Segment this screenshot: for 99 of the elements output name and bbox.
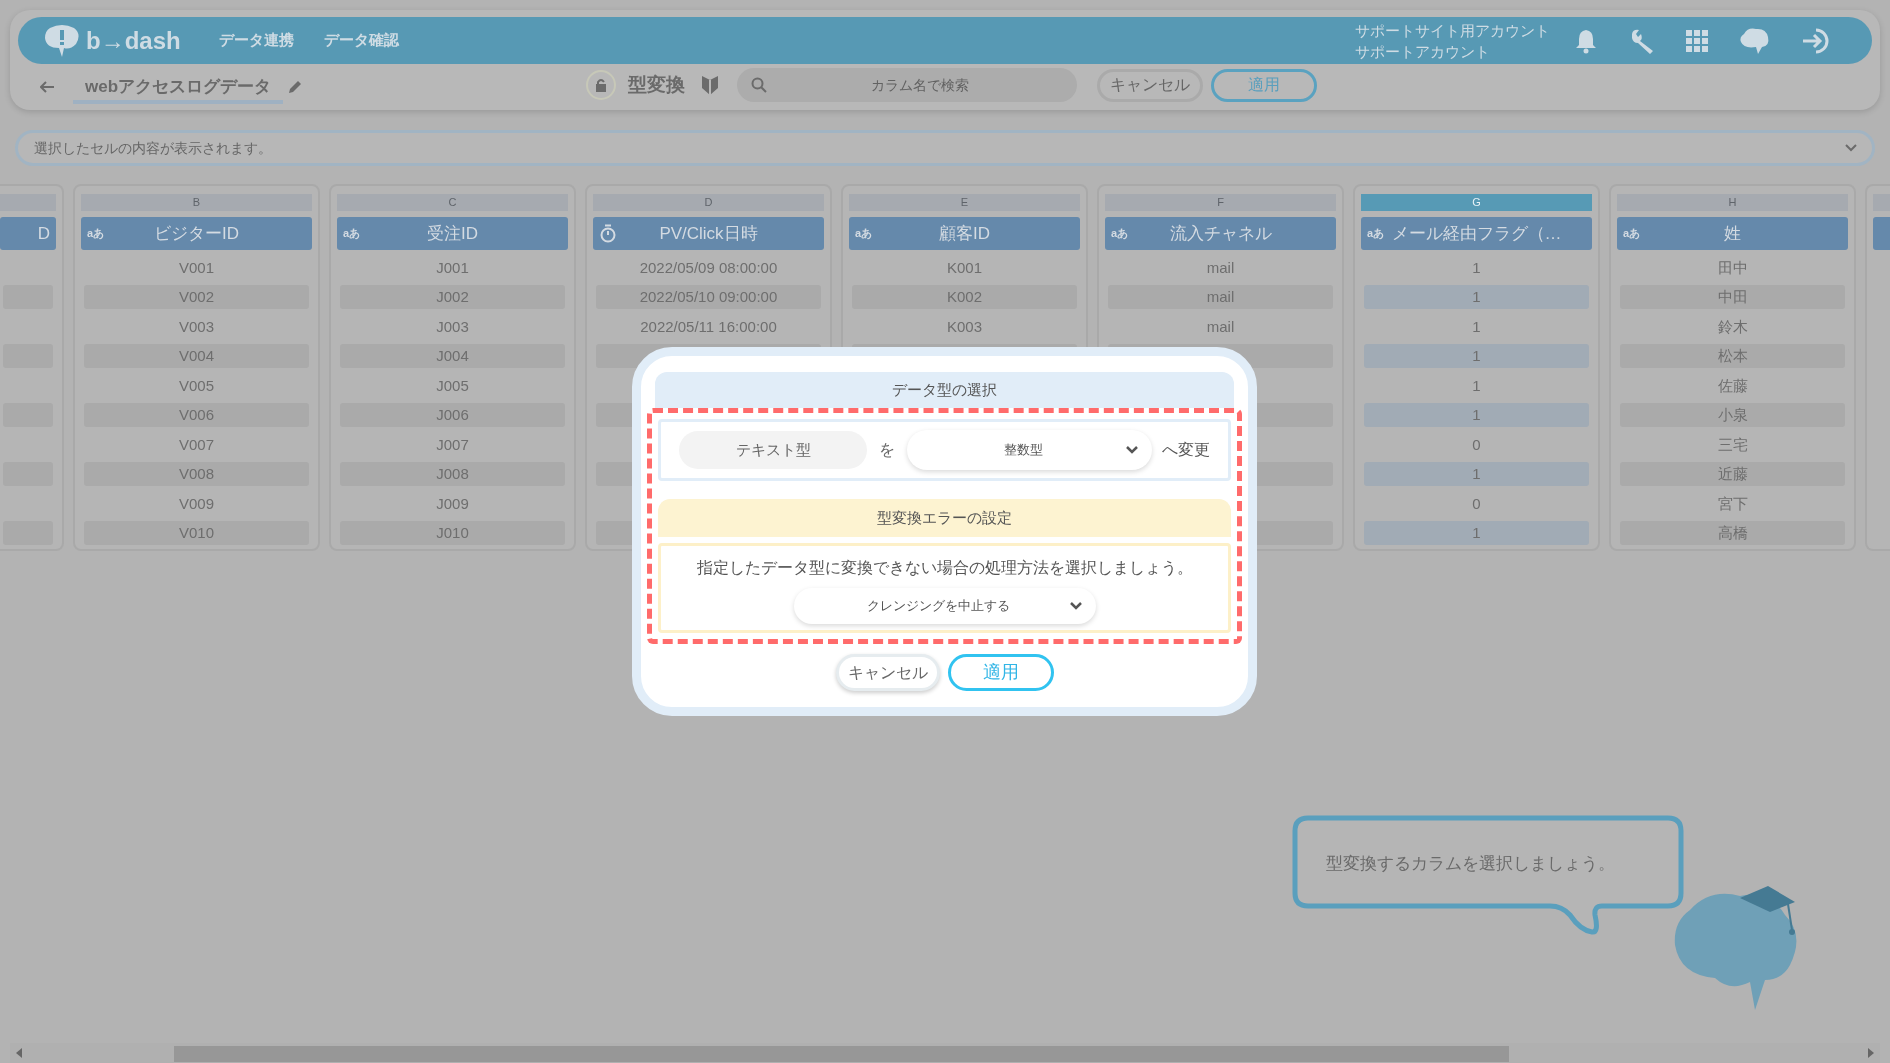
table-cell[interactable]: V008 [84,462,309,487]
table-cell[interactable]: 0 [1364,491,1589,516]
table-cell[interactable]: 1 [1364,344,1589,369]
table-cell[interactable]: mail [1108,285,1333,310]
table-cell[interactable]: mail [1108,314,1333,339]
mode-title: 型変換 [628,72,685,97]
column-name: 受注ID [426,222,479,245]
table-cell[interactable]: V001 [84,255,309,280]
column-header[interactable]: aあ 受注ID [337,217,568,250]
column-letter[interactable]: B [81,194,312,211]
table-cell[interactable]: J009 [340,491,565,516]
table-cell[interactable]: K001 [852,255,1077,280]
table-cell[interactable]: 高橋 [1620,521,1845,546]
column-name: ビジターID [153,222,240,245]
column-header[interactable]: aあ ビジターID [81,217,312,250]
table-cell[interactable]: V006 [84,403,309,428]
cell-preview-field[interactable]: 選択したセルの内容が表示されます。 [15,130,1875,166]
table-cell[interactable]: 1 [1364,285,1589,310]
table-cell[interactable]: V009 [84,491,309,516]
table-cell[interactable]: 1 [1364,521,1589,546]
column-letter[interactable]: G [1361,194,1592,211]
column-name: D [36,222,50,245]
table-cell[interactable]: 1 [1364,403,1589,428]
table-cell[interactable]: V007 [84,432,309,457]
column-letter[interactable]: D [593,194,824,211]
column-name: PV/Click日時 [658,222,759,245]
dataset-title[interactable]: webアクセスログデータ [73,69,284,105]
hint-text: 型変換するカラムを選択しましょう。 [1326,853,1615,875]
table-cell[interactable]: J001 [340,255,565,280]
table-cell[interactable]: J006 [340,403,565,428]
source-type-pill: テキスト型 [679,431,867,469]
apply-button[interactable]: 適用 [947,654,1054,691]
column-name: 姓 [1723,222,1742,245]
table-cell[interactable]: 2022/05/09 08:00:00 [596,255,821,280]
nav-link[interactable]: データ連携 [218,29,294,52]
table-cell[interactable]: J007 [340,432,565,457]
particle-text: を [879,440,895,460]
table-cell[interactable]: J010 [340,521,565,546]
column-header[interactable]: aあ メール経由フラグ（… [1361,217,1592,250]
table-cell[interactable]: J008 [340,462,565,487]
table-cell[interactable]: J004 [340,344,565,369]
column-header[interactable]: PV/Click日時 [593,217,824,250]
table-cell[interactable]: J005 [340,373,565,398]
cancel-button[interactable]: キャンセル [1097,68,1203,102]
table-cell[interactable]: 1 [1364,255,1589,280]
table-cell[interactable]: 三宅 [1620,432,1845,457]
apply-button[interactable]: 適用 [1211,68,1317,102]
column-header[interactable]: aあ 顧客ID [849,217,1080,250]
table-cell[interactable]: mail [1108,255,1333,280]
table-cell[interactable]: 宮下 [1620,491,1845,516]
table-cell[interactable]: 佐藤 [1620,373,1845,398]
type-label: aあ [1367,226,1386,242]
search-field[interactable]: カラム名で検索 [737,68,1077,102]
table-cell[interactable]: 近藤 [1620,462,1845,487]
column-name: メール経由フラグ（… [1391,222,1562,245]
column-name: 顧客ID [938,222,991,245]
table-cell[interactable]: J003 [340,314,565,339]
table-cell[interactable]: 1 [1364,462,1589,487]
table-cell[interactable]: 田中 [1620,255,1845,280]
error-action-select[interactable]: クレンジングを中止する [793,588,1096,624]
table-cell[interactable]: K003 [852,314,1077,339]
suffix-text: へ変更 [1162,440,1210,460]
table-cell[interactable]: V003 [84,314,309,339]
column-letter[interactable]: C [337,194,568,211]
column-letter[interactable]: F [1105,194,1336,211]
column-header[interactable]: aあ 流入チャネル [1105,217,1336,250]
target-type-select[interactable]: 整数型 [907,430,1152,470]
table-cell[interactable]: V005 [84,373,309,398]
section-title: 型変換エラーの設定 [658,499,1231,537]
table-cell[interactable]: 2022/05/10 09:00:00 [596,285,821,310]
table-cell[interactable]: 1 [1364,373,1589,398]
section-title: データ型の選択 [655,372,1234,408]
table-cell[interactable]: 0 [1364,432,1589,457]
account-name: サポートアカウント [1355,41,1491,62]
nav-link[interactable]: データ確認 [323,29,399,52]
logo-text: b→dash [86,25,181,56]
table-cell[interactable]: 松本 [1620,344,1845,369]
table-cell[interactable]: 1 [1364,314,1589,339]
table-cell[interactable]: 2022/05/11 16:00:00 [596,314,821,339]
column-header[interactable]: aあ 姓 [1617,217,1848,250]
type-label: aあ [1111,226,1130,242]
type-label: aあ [343,226,362,242]
table-cell[interactable]: J002 [340,285,565,310]
type-label: aあ [87,226,106,242]
column-name: 流入チャネル [1168,222,1273,245]
column-letter[interactable]: H [1617,194,1848,211]
table-cell[interactable]: V010 [84,521,309,546]
table-cell[interactable]: 小泉 [1620,403,1845,428]
cancel-button[interactable]: キャンセル [835,654,940,691]
column-header[interactable]: D [0,217,56,250]
type-label: aあ [1623,226,1642,242]
table-cell[interactable]: V002 [84,285,309,310]
type-label: aあ [855,226,874,242]
table-cell[interactable]: 鈴木 [1620,314,1845,339]
instruction-text: 指定したデータ型に変換できない場合の処理方法を選択しましょう。 [696,558,1193,578]
table-cell[interactable]: K002 [852,285,1077,310]
table-cell[interactable]: V004 [84,344,309,369]
account-name: サポートサイト用アカウント [1355,20,1550,41]
column-letter[interactable]: E [849,194,1080,211]
